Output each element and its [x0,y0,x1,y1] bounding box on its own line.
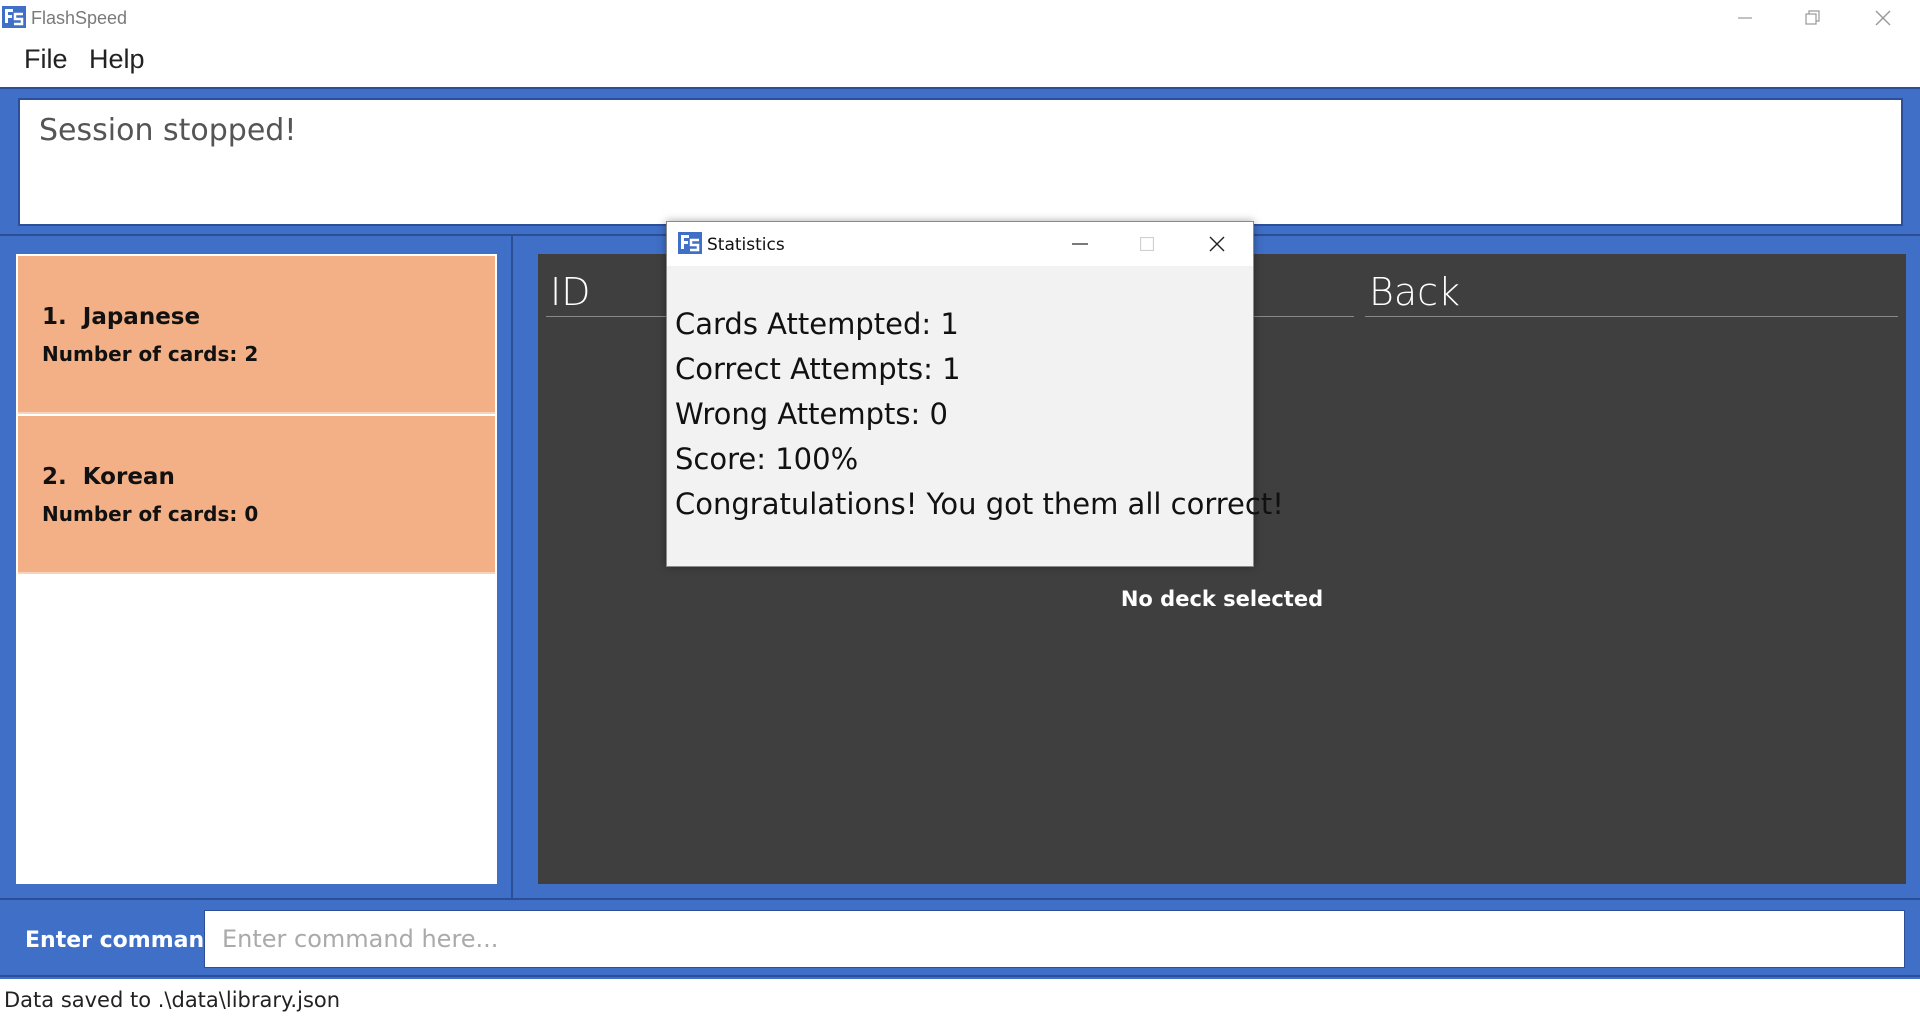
close-button[interactable] [1848,0,1918,36]
deck-title: 2. Korean [42,464,175,490]
restore-button[interactable] [1778,0,1848,36]
minimize-icon [1072,243,1088,245]
stat-correct-attempts: Correct Attempts: 1 [675,352,961,386]
empty-table-message: No deck selected [1120,587,1324,611]
deck-name: Japanese [82,304,201,330]
dialog-title: Statistics [707,235,785,255]
deck-card-count: Number of cards: 2 [42,342,259,366]
deck-list-item[interactable]: 2. Korean Number of cards: 0 [18,416,495,574]
close-icon [1209,236,1225,252]
stat-score: Score: 100% [675,442,859,476]
column-underline [1365,316,1898,317]
minimize-button[interactable] [1710,0,1780,36]
stat-message: Congratulations! You got them all correc… [675,487,1284,521]
split-pane-divider[interactable] [511,236,513,898]
stat-cards-attempted: Cards Attempted: 1 [675,307,959,341]
menu-bar: File Help [0,38,1920,84]
menu-help[interactable]: Help [89,44,145,75]
minimize-icon [1738,17,1752,19]
result-text: Session stopped! [39,113,297,148]
deck-index: 1. [42,304,67,330]
deck-title: 1. Japanese [42,304,200,330]
statistics-dialog[interactable]: Statistics Cards Attempted: 1 Correct At… [666,221,1284,567]
window-title: FlashSpeed [31,8,128,28]
deck-card-count: Number of cards: 0 [42,502,259,526]
deck-list-item[interactable]: 1. Japanese Number of cards: 2 [18,256,495,414]
frame-divider [0,87,1920,89]
column-header-back[interactable]: Back [1369,270,1460,314]
restore-icon [1805,10,1820,25]
dialog-titlebar[interactable]: Statistics [667,222,1253,266]
result-display[interactable]: Session stopped! [18,98,1903,226]
deck-name: Korean [82,464,175,490]
command-label: Enter command: [25,928,229,953]
maximize-icon [1140,237,1154,251]
command-input[interactable] [204,910,1905,968]
window-titlebar: FlashSpeed [0,0,1920,36]
status-bar-text: Data saved to .\data\library.json [4,988,341,1012]
dialog-minimize-button[interactable] [1047,222,1113,266]
frame-divider [0,898,1920,900]
deck-index: 2. [42,464,67,490]
dialog-close-button[interactable] [1184,222,1250,266]
close-icon [1875,10,1891,26]
column-header-id[interactable]: ID [550,270,590,314]
deck-list[interactable]: 1. Japanese Number of cards: 2 2. Korean… [16,254,497,884]
stat-wrong-attempts: Wrong Attempts: 0 [675,397,948,431]
frame-divider [0,975,1920,977]
flashspeed-app-icon [2,6,26,28]
menu-file[interactable]: File [24,44,68,75]
dialog-maximize-button [1114,222,1180,266]
flashspeed-app-icon [678,232,702,254]
